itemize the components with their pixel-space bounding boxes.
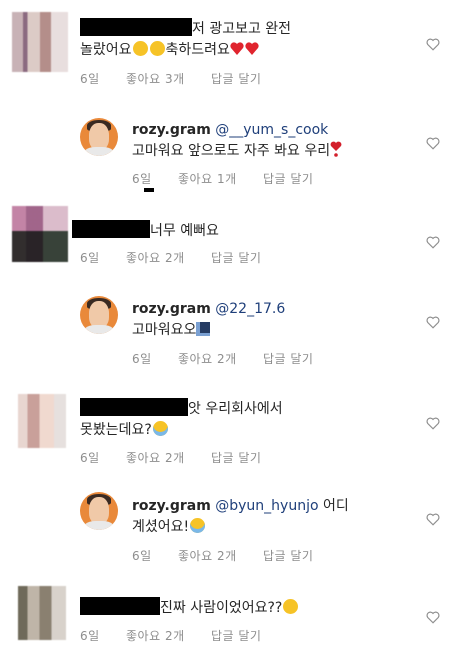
mention-link[interactable]: @byun_hyunjo (215, 498, 318, 514)
avatar[interactable] (80, 296, 118, 334)
comment-meta: 6일 좋아요 2개 답글 달기 (132, 350, 335, 367)
heart-eyes-emoji (149, 41, 165, 56)
red-exclamation-heart-emoji (330, 141, 342, 157)
sweat-smile-emoji (190, 518, 206, 533)
reply-button[interactable]: 답글 달기 (211, 451, 261, 465)
comment-meta: 6일 좋아요 2개 답글 달기 (80, 449, 283, 466)
comment-username[interactable]: rozy.gram (132, 301, 211, 317)
comment-time: 6일 (132, 352, 152, 366)
avatar[interactable] (12, 206, 68, 262)
like-count[interactable]: 좋아요 2개 (178, 549, 237, 563)
heart-outline-icon[interactable] (426, 137, 440, 150)
heart-outline-icon[interactable] (426, 38, 440, 51)
redacted-username (72, 220, 150, 238)
avatar[interactable] (18, 586, 66, 640)
comment-text: rozy.gram @__yum_s_cook 고마워요 앞으로도 자주 봐요 … (132, 120, 422, 162)
crying-emoji (283, 599, 299, 614)
like-count[interactable]: 좋아요 2개 (126, 251, 185, 265)
mention-link[interactable]: @22_17.6 (215, 301, 285, 317)
comment-meta: 6일 좋아요 2개 답글 달기 (80, 249, 283, 266)
comment-text: 저 광고보고 완전 놀랐어요 축하드려요 (80, 18, 380, 61)
night-sky-emoji (196, 322, 211, 336)
sweat-smile-emoji (152, 421, 168, 436)
like-count[interactable]: 좋아요 2개 (126, 451, 185, 465)
avatar[interactable] (80, 118, 118, 156)
heart-outline-icon[interactable] (426, 316, 440, 329)
comment-text: 너무 예뻐요 (72, 220, 372, 242)
mention-link[interactable]: @__yum_s_cook (215, 122, 328, 138)
comment-meta: 6일 좋아요 2개 답글 달기 (132, 547, 335, 564)
redaction-mark (144, 188, 154, 192)
reply-button[interactable]: 답글 달기 (211, 251, 261, 265)
like-count[interactable]: 좋아요 2개 (178, 352, 237, 366)
redacted-username (80, 597, 160, 615)
comment-text: 앗 우리회사에서 못봤는데요? (80, 398, 380, 441)
heart-outline-icon[interactable] (426, 513, 440, 526)
reply-button[interactable]: 답글 달기 (263, 549, 313, 563)
avatar[interactable] (12, 12, 68, 72)
heart-outline-icon[interactable] (426, 417, 440, 430)
comment-meta: 6일 좋아요 2개 답글 달기 (80, 627, 283, 644)
like-count[interactable]: 좋아요 2개 (126, 629, 185, 643)
heart-outline-icon[interactable] (426, 611, 440, 624)
comment-meta: 6일 좋아요 1개 답글 달기 (132, 170, 335, 187)
comment-time: 6일 (80, 451, 100, 465)
reply-button[interactable]: 답글 달기 (263, 172, 313, 186)
comment-time: 6일 (80, 251, 100, 265)
comment-time: 6일 (132, 172, 152, 186)
comment-meta: 6일 좋아요 3개 답글 달기 (80, 70, 283, 87)
comment-time: 6일 (80, 72, 100, 86)
comment-time: 6일 (80, 629, 100, 643)
reply-button[interactable]: 답글 달기 (211, 629, 261, 643)
comment-username[interactable]: rozy.gram (132, 498, 211, 514)
comment-text: rozy.gram @byun_hyunjo 어디 계셨어요! (132, 498, 349, 535)
heart-eyes-emoji (132, 41, 148, 56)
reply-button[interactable]: 답글 달기 (211, 72, 261, 86)
avatar[interactable] (18, 394, 66, 448)
comment-text: 진짜 사람이었어요?? (80, 597, 380, 619)
comment-text: rozy.gram @22_17.6 고마워요오 (132, 301, 286, 338)
comment-username[interactable]: rozy.gram (132, 122, 211, 138)
redacted-username (80, 18, 192, 36)
red-heart-emoji (230, 42, 259, 55)
avatar[interactable] (80, 492, 118, 530)
heart-outline-icon[interactable] (426, 236, 440, 249)
redacted-username (80, 398, 188, 416)
like-count[interactable]: 좋아요 3개 (126, 72, 185, 86)
like-count[interactable]: 좋아요 1개 (178, 172, 237, 186)
comment-time: 6일 (132, 549, 152, 563)
reply-button[interactable]: 답글 달기 (263, 352, 313, 366)
